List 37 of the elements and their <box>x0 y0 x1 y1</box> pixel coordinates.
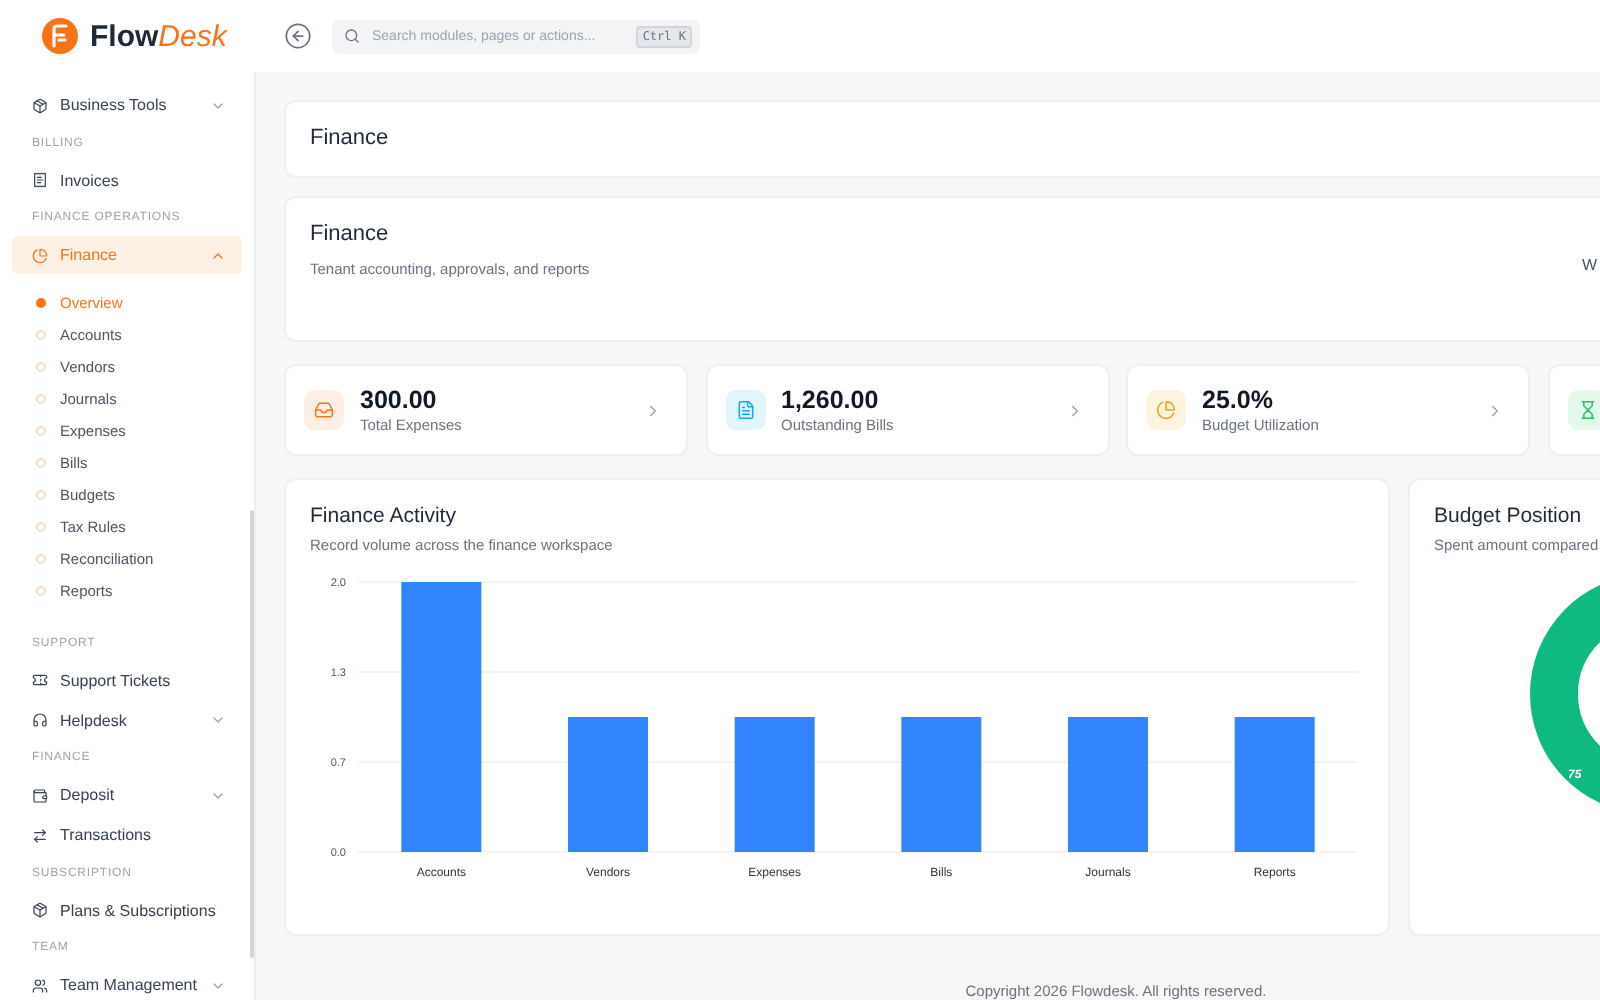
menu-item-icon <box>32 172 48 188</box>
menu-item-icon <box>32 247 48 263</box>
card-title: Budget Position <box>1434 504 1584 528</box>
menu-item-icon <box>32 827 48 843</box>
brand-logo-text: FlowDesk <box>90 19 227 53</box>
sidebar-item[interactable]: Support Tickets <box>12 661 242 699</box>
bar <box>734 717 815 852</box>
bar <box>568 717 648 852</box>
sidebar-item[interactable]: Transactions <box>12 816 242 854</box>
sidebar-item[interactable]: Plans & Subscriptions <box>12 891 242 929</box>
menu-item-icon <box>32 672 48 688</box>
sidebar-item[interactable]: Deposit <box>12 776 242 814</box>
section-title: Finance <box>310 221 391 246</box>
intro-aside-text: W <box>1582 253 1600 278</box>
menu-item-icon <box>32 712 48 728</box>
chevron-right-icon <box>1486 401 1504 419</box>
card-title: Finance Activity <box>310 504 458 528</box>
menu-item-icon <box>32 902 48 918</box>
menu-item-icon <box>32 977 48 993</box>
back-icon[interactable] <box>284 22 312 50</box>
bar <box>1068 717 1148 852</box>
stat-value: 25.0% <box>1202 386 1275 414</box>
menu-item-icon <box>32 97 48 113</box>
menu-item-icon <box>32 787 48 803</box>
sidebar-item[interactable]: Helpdesk <box>12 701 242 739</box>
bar <box>1234 717 1315 852</box>
scrollbar-thumb[interactable] <box>250 510 254 958</box>
sidebar-item[interactable]: Business Tools <box>12 86 242 124</box>
stat-value: 300.00 <box>360 386 439 414</box>
chevron-right-icon <box>644 401 662 419</box>
sidebar-item[interactable]: Team Management <box>12 966 242 1000</box>
sidebar-item[interactable]: Invoices <box>12 161 242 199</box>
bar <box>901 717 982 852</box>
logo-icon <box>42 18 78 54</box>
search-icon <box>344 28 360 44</box>
stat-value: 1,260.00 <box>781 386 881 414</box>
page-title: Finance <box>310 126 389 151</box>
